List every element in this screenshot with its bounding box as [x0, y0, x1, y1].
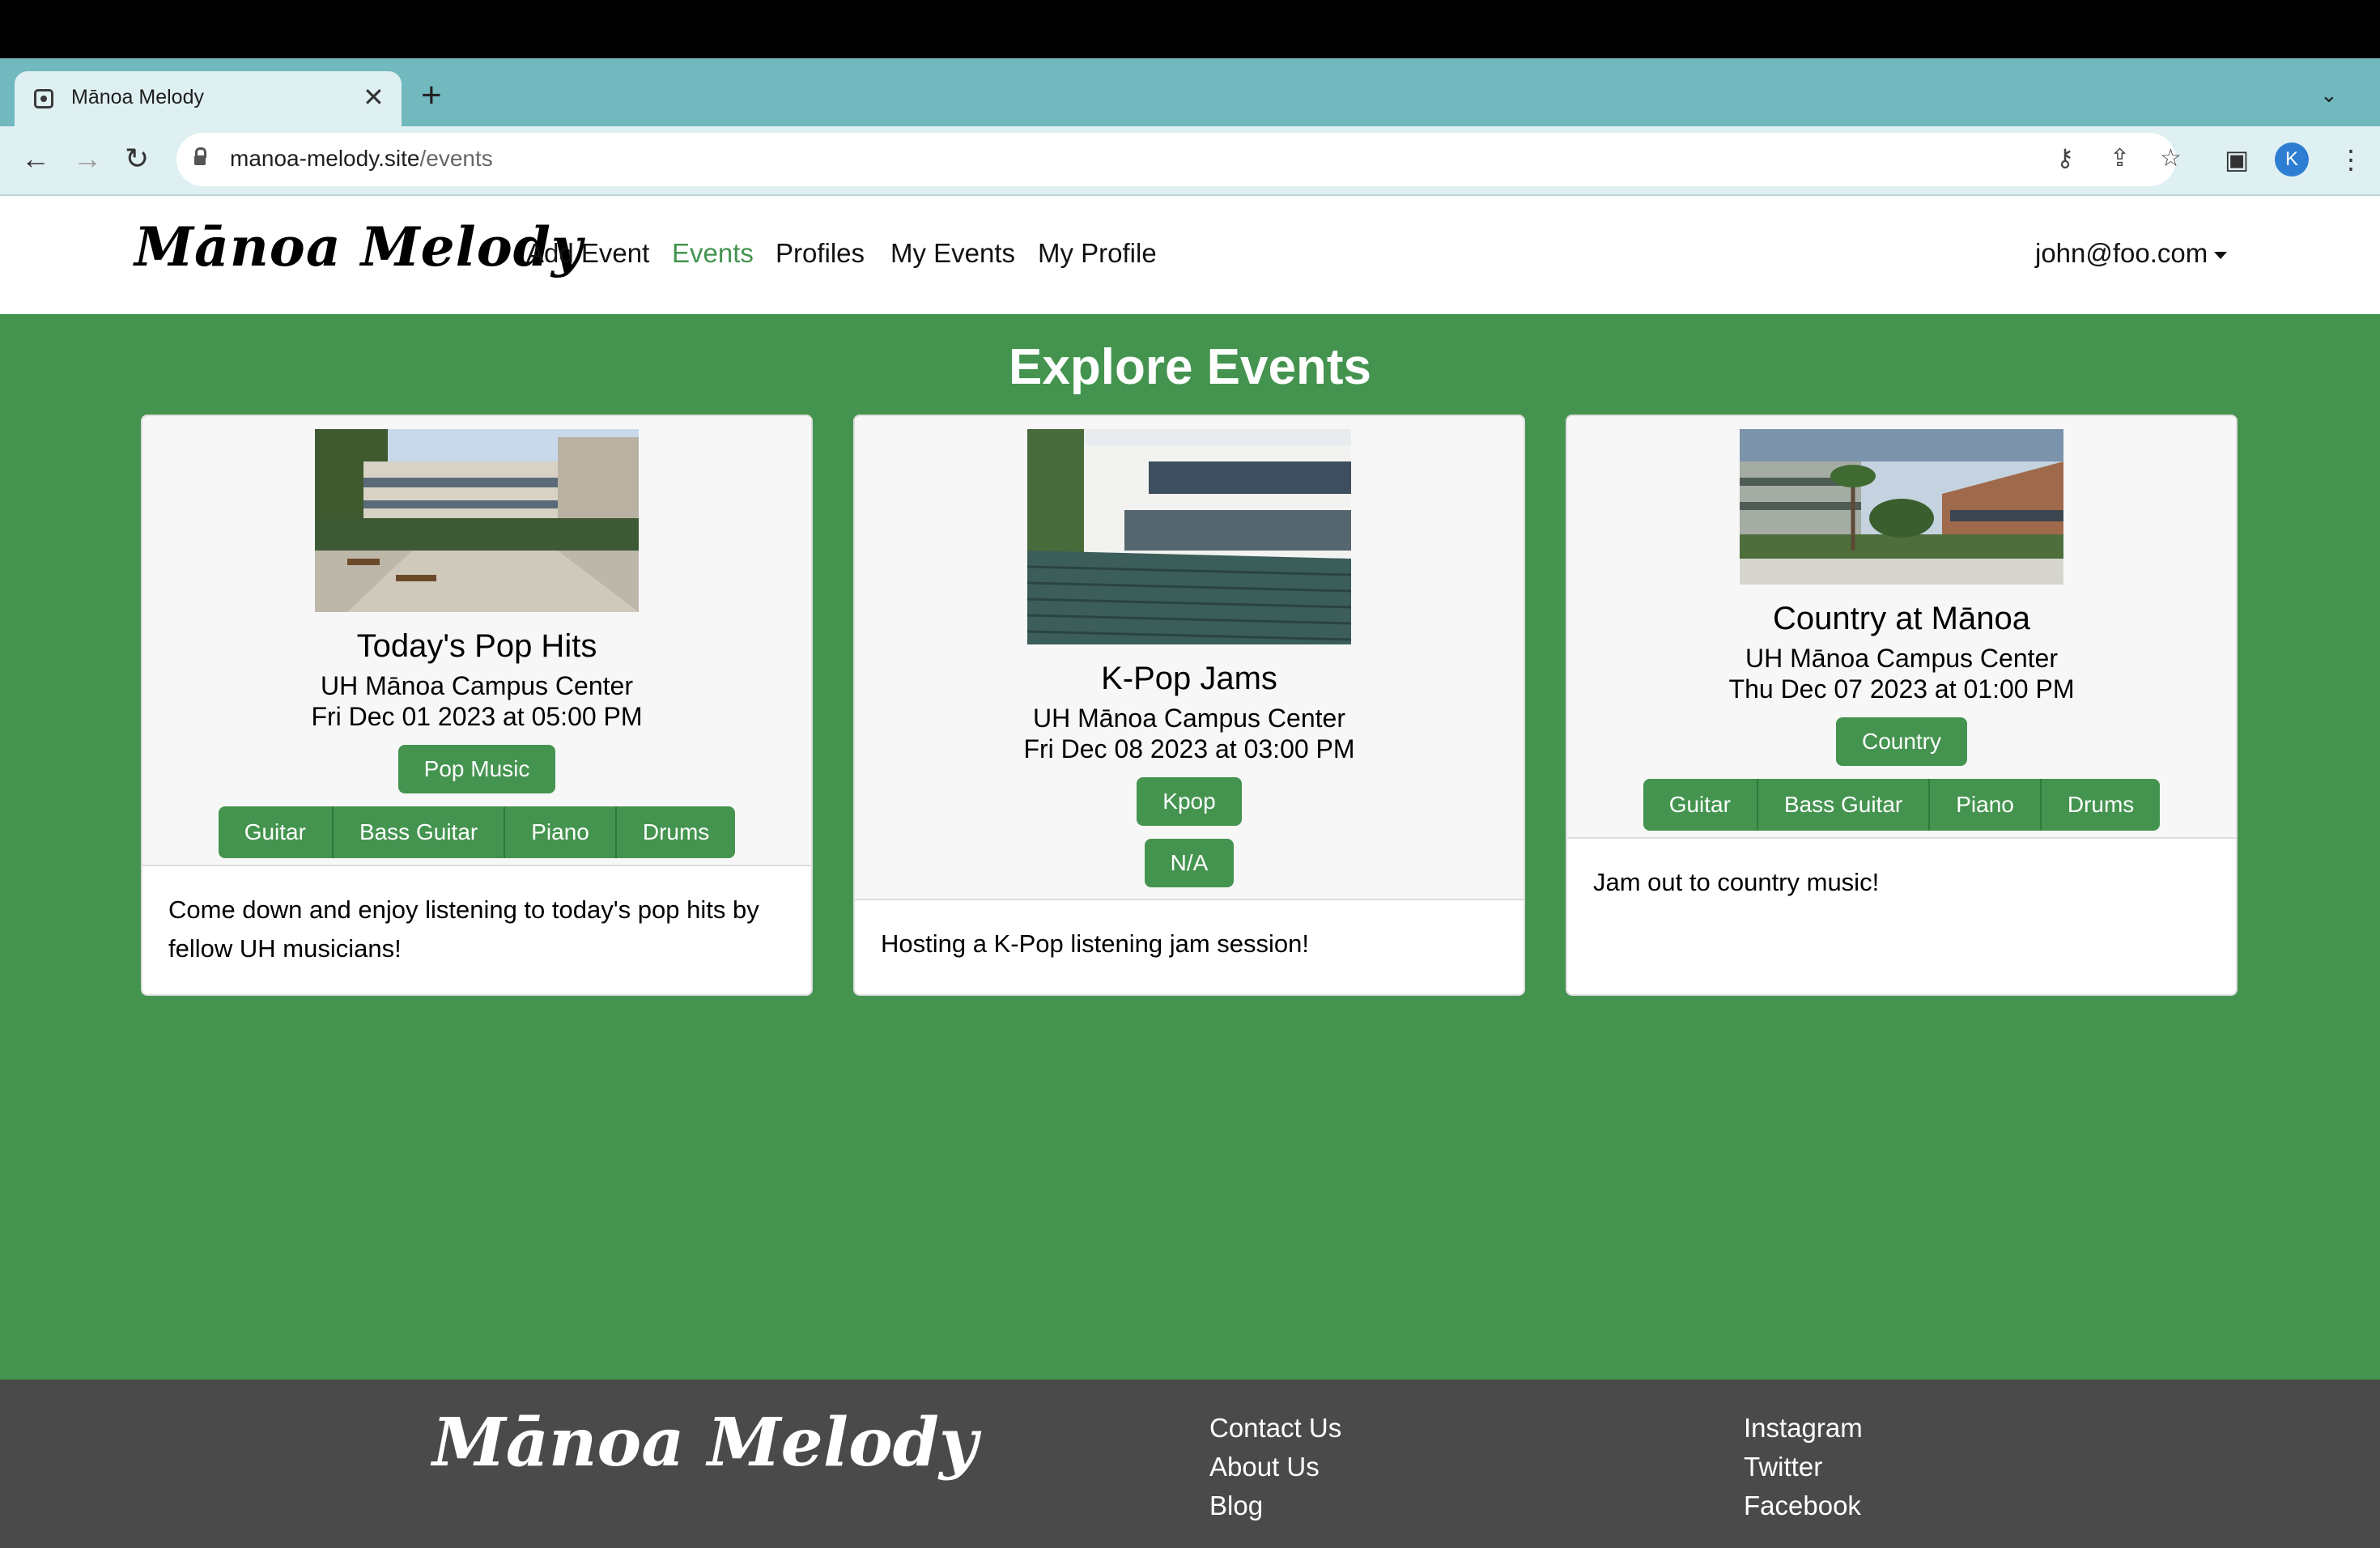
- genre-badges: Pop Music: [142, 740, 811, 793]
- footer-link-about[interactable]: About Us: [1209, 1448, 1341, 1486]
- browser-tab[interactable]: Mānoa Melody ✕: [15, 71, 402, 126]
- event-photo: [315, 429, 639, 612]
- tab-title: Mānoa Melody: [71, 86, 204, 108]
- event-description: Hosting a K-Pop listening jam session!: [881, 929, 1309, 958]
- screen-top-bar: [0, 0, 2380, 58]
- footer-links-info: Contact Us About Us Blog: [1209, 1409, 1341, 1525]
- event-card-header: Today's Pop Hits UH Mānoa Campus Center …: [142, 416, 811, 866]
- instrument-badge[interactable]: Guitar: [1643, 779, 1758, 831]
- user-email: john@foo.com: [2035, 238, 2208, 268]
- event-location: UH Mānoa Campus Center: [321, 671, 633, 700]
- site-favicon-icon: [34, 89, 53, 108]
- instrument-badge[interactable]: Bass Guitar: [1757, 779, 1931, 831]
- bookmark-star-icon[interactable]: ☆: [2160, 144, 2182, 172]
- genre-badge[interactable]: Kpop: [1137, 777, 1242, 826]
- footer-link-facebook[interactable]: Facebook: [1744, 1486, 1863, 1525]
- event-card-header: Country at Mānoa UH Mānoa Campus Center …: [1567, 416, 2236, 839]
- instrument-badge[interactable]: N/A: [1144, 839, 1235, 887]
- nav-profiles[interactable]: Profiles: [776, 238, 865, 269]
- url-text: manoa-melody.site/events: [230, 146, 493, 172]
- event-date: Thu Dec 07 2023 at 01:00 PM: [1728, 674, 2075, 704]
- back-arrow-icon[interactable]: ←: [21, 141, 50, 176]
- footer-link-blog[interactable]: Blog: [1209, 1486, 1341, 1525]
- footer-link-contact[interactable]: Contact Us: [1209, 1409, 1341, 1448]
- event-card-header: K-Pop Jams UH Mānoa Campus Center Fri De…: [855, 416, 1524, 900]
- nav-my-profile[interactable]: My Profile: [1038, 238, 1157, 269]
- address-bar[interactable]: manoa-melody.site/events ⚷ ⇪ ☆: [176, 133, 2182, 186]
- instrument-badge[interactable]: Guitar: [218, 806, 334, 858]
- instrument-badge[interactable]: Piano: [505, 806, 617, 858]
- event-date: Fri Dec 01 2023 at 05:00 PM: [311, 702, 643, 731]
- user-dropdown[interactable]: john@foo.com: [2035, 238, 2228, 269]
- site-navbar: Mānoa Melody Add Event Events Profiles M…: [0, 196, 2380, 314]
- nav-my-events[interactable]: My Events: [890, 238, 1015, 269]
- footer-links-social: Instagram Twitter Facebook: [1744, 1409, 1863, 1525]
- page-title: Explore Events: [1009, 339, 1371, 395]
- genre-badges: Kpop: [855, 772, 1524, 826]
- event-location: UH Mānoa Campus Center: [1745, 644, 2058, 673]
- genre-badge[interactable]: Country: [1835, 717, 1968, 766]
- instrument-badge[interactable]: Bass Guitar: [333, 806, 506, 858]
- instrument-badge[interactable]: Drums: [2041, 779, 2161, 831]
- forward-arrow-icon[interactable]: →: [73, 141, 102, 176]
- event-title: Today's Pop Hits: [356, 628, 597, 664]
- brand-logo[interactable]: Mānoa Melody: [134, 215, 583, 279]
- event-description: Jam out to country music!: [1593, 868, 1880, 896]
- lock-icon[interactable]: [194, 147, 206, 165]
- event-title: K-Pop Jams: [1101, 661, 1277, 696]
- browser-tab-strip: Mānoa Melody ✕ + ⌄: [0, 58, 2380, 126]
- event-location: UH Mānoa Campus Center: [1033, 704, 1345, 733]
- footer-link-twitter[interactable]: Twitter: [1744, 1448, 1863, 1486]
- footer-brand-logo: Mānoa Melody: [432, 1404, 978, 1482]
- event-photo: [1027, 429, 1351, 644]
- dropdown-caret-icon: [2214, 251, 2228, 259]
- tab-search-chevron-icon[interactable]: ⌄: [2320, 83, 2338, 108]
- instrument-badge[interactable]: Piano: [1930, 779, 2042, 831]
- key-icon[interactable]: ⚷: [2056, 144, 2074, 172]
- genre-badge[interactable]: Pop Music: [397, 745, 556, 793]
- url-domain: manoa-melody.site: [230, 146, 420, 171]
- share-icon[interactable]: ⇪: [2110, 144, 2130, 172]
- instrument-button-group: Guitar Bass Guitar Piano Drums: [1643, 779, 2161, 831]
- genre-badges: Country: [1567, 712, 2236, 766]
- event-card: Country at Mānoa UH Mānoa Campus Center …: [1566, 415, 2238, 996]
- instrument-button-group: Guitar Bass Guitar Piano Drums: [218, 806, 736, 858]
- nav-events[interactable]: Events: [672, 238, 754, 269]
- nav-add-event[interactable]: Add Event: [526, 238, 649, 269]
- profile-avatar[interactable]: K: [2275, 142, 2309, 176]
- kebab-menu-icon[interactable]: ⋮: [2338, 144, 2364, 175]
- event-title: Country at Mānoa: [1773, 601, 2030, 636]
- browser-toolbar: ← → ↻ manoa-melody.site/events ⚷ ⇪ ☆ ▣ K…: [0, 126, 2380, 196]
- url-path: /events: [419, 146, 493, 171]
- instrument-badge[interactable]: Drums: [616, 806, 736, 858]
- new-tab-icon[interactable]: +: [421, 78, 442, 113]
- event-date: Fri Dec 08 2023 at 03:00 PM: [1023, 734, 1355, 763]
- footer-link-instagram[interactable]: Instagram: [1744, 1409, 1863, 1448]
- event-photo: [1740, 429, 2063, 585]
- event-description: Come down and enjoy listening to today's…: [168, 895, 759, 963]
- event-card: Today's Pop Hits UH Mānoa Campus Center …: [141, 415, 813, 996]
- site-footer: Mānoa Melody Contact Us About Us Blog In…: [0, 1380, 2380, 1548]
- side-panel-icon[interactable]: ▣: [2225, 144, 2249, 175]
- event-card: K-Pop Jams UH Mānoa Campus Center Fri De…: [853, 415, 1525, 996]
- reload-icon[interactable]: ↻: [125, 141, 149, 176]
- close-tab-icon[interactable]: ✕: [363, 81, 385, 113]
- genre-badges-row-2: N/A: [855, 834, 1524, 887]
